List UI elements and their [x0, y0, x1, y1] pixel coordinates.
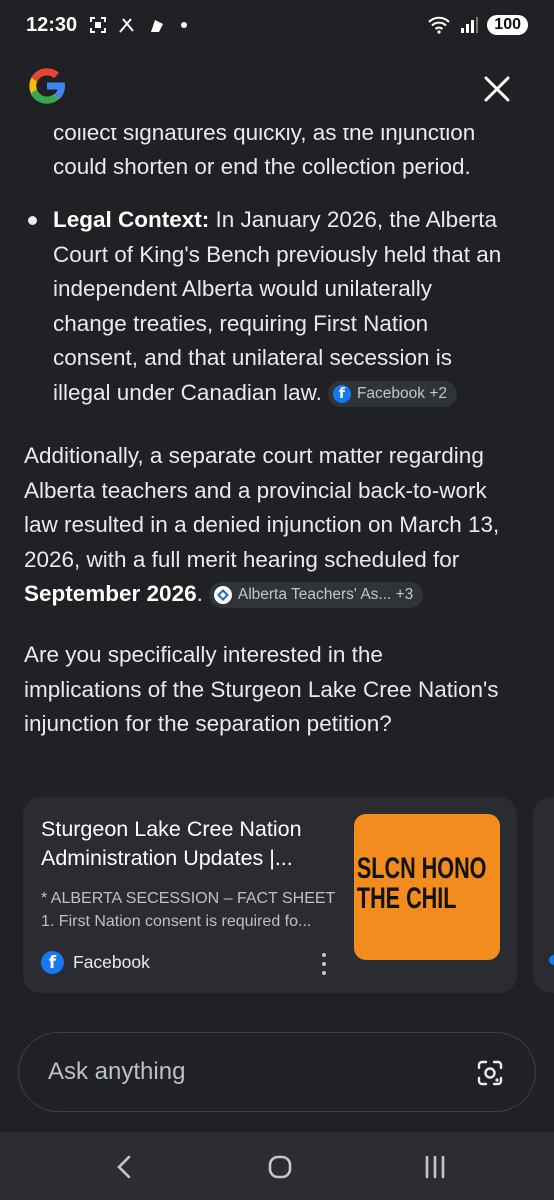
notification-icon: [151, 20, 164, 32]
status-time: 12:30: [26, 13, 78, 36]
source-chip-facebook[interactable]: f Facebook +2: [327, 380, 457, 407]
card-snippet: * ALBERTA SECESSION – FACT SHEET 1. Firs…: [41, 890, 336, 930]
paragraph-teachers: Additionally, a separate court matter re…: [0, 439, 523, 612]
back-button[interactable]: [108, 1150, 142, 1184]
screenshot-icon: [90, 17, 107, 33]
facebook-icon: f: [41, 951, 64, 974]
ask-placeholder: Ask anything: [48, 1058, 186, 1085]
card-thumbnail: SLCN HONO THE CHIL: [354, 814, 500, 960]
home-button[interactable]: [263, 1150, 297, 1184]
more-options-button[interactable]: [315, 953, 333, 975]
bullet-label: Legal Context:: [53, 207, 210, 232]
facebook-icon: f: [332, 384, 351, 403]
source-chip-ata[interactable]: Alberta Teachers' As... +3: [208, 582, 424, 609]
close-button[interactable]: [480, 72, 514, 106]
dot-icon: [181, 22, 188, 28]
input-area: Ask anything: [0, 1010, 554, 1132]
signal-icon: [461, 17, 479, 33]
navigation-bar: [0, 1132, 554, 1200]
card-source: f Facebook: [41, 951, 150, 974]
facebook-icon: [549, 955, 554, 965]
wifi-icon: [428, 16, 451, 34]
ata-logo-icon: [213, 586, 232, 605]
partial-line: collect signatures quickly, as the injun…: [53, 120, 476, 145]
card-title: Sturgeon Lake Cree Nation Administration…: [41, 817, 302, 870]
google-g-logo: [29, 68, 66, 104]
partial-line: could shorten or end the collection peri…: [53, 154, 471, 179]
recents-button[interactable]: [418, 1150, 452, 1184]
source-card[interactable]: Sturgeon Lake Cree Nation Administration…: [23, 797, 517, 993]
ai-response-content: collect signatures quickly, as the injun…: [0, 112, 554, 772]
follow-up-question: Are you specifically interested in the i…: [24, 642, 499, 736]
battery-level: 100: [487, 15, 528, 35]
bullet-legal-context: Legal Context: In January 2026, the Albe…: [0, 203, 531, 410]
tools-icon: [119, 18, 134, 33]
ask-input[interactable]: Ask anything: [18, 1032, 536, 1112]
google-lens-icon[interactable]: [475, 1058, 505, 1088]
status-bar: 12:30 100: [0, 0, 554, 50]
